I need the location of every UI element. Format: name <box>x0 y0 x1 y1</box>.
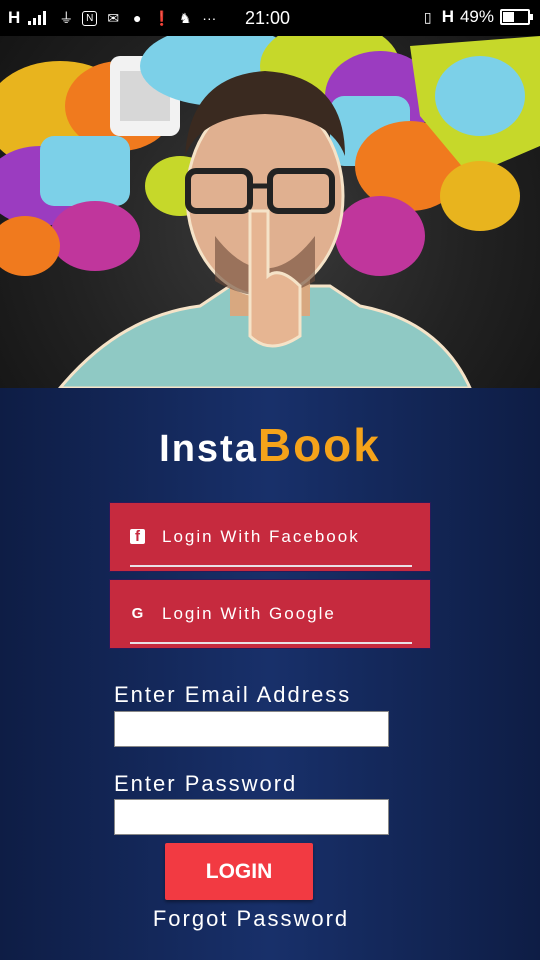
carrier-label: H <box>8 8 21 27</box>
password-input[interactable] <box>114 799 389 835</box>
chat-icon: ● <box>133 10 142 26</box>
battery-icon <box>500 9 533 25</box>
nfc-icon: N <box>82 10 98 26</box>
app-logo: InstaBook <box>0 418 540 472</box>
login-button[interactable]: LOGIN <box>165 843 313 900</box>
battery-percent: 49% <box>459 7 494 26</box>
logo-part-insta: Insta <box>159 428 258 470</box>
button-underline <box>130 565 412 567</box>
password-label: Enter Password <box>114 771 298 796</box>
alert-icon: ❗ <box>153 10 171 26</box>
facebook-icon: f <box>130 529 145 544</box>
signal-icon <box>28 11 47 25</box>
vibrate-icon: ▯ <box>423 9 432 25</box>
logo-part-book: Book <box>257 419 381 471</box>
google-login-button[interactable]: G Login With Google <box>109 579 431 649</box>
email-label: Enter Email Address <box>114 682 352 707</box>
google-login-label: Login With Google <box>162 604 336 623</box>
more-icon: ··· <box>202 10 217 26</box>
hero-illustration <box>0 36 540 388</box>
google-icon: G <box>131 605 144 622</box>
status-bar: H ⏚ N ✉ ● ❗ ♞ ··· 21:00 ▯ H 49% <box>0 0 540 36</box>
email-input[interactable] <box>114 711 389 747</box>
facebook-login-label: Login With Facebook <box>162 527 360 546</box>
facebook-login-button[interactable]: f Login With Facebook <box>109 502 431 572</box>
usb-icon: ⏚ <box>59 10 74 26</box>
network-type: H <box>441 7 454 26</box>
mail-icon: ✉ <box>107 10 120 26</box>
forgot-password-link[interactable]: Forgot Password <box>0 906 502 932</box>
button-underline <box>130 642 412 644</box>
clock: 21:00 <box>245 8 291 28</box>
android-icon: ♞ <box>179 10 192 26</box>
